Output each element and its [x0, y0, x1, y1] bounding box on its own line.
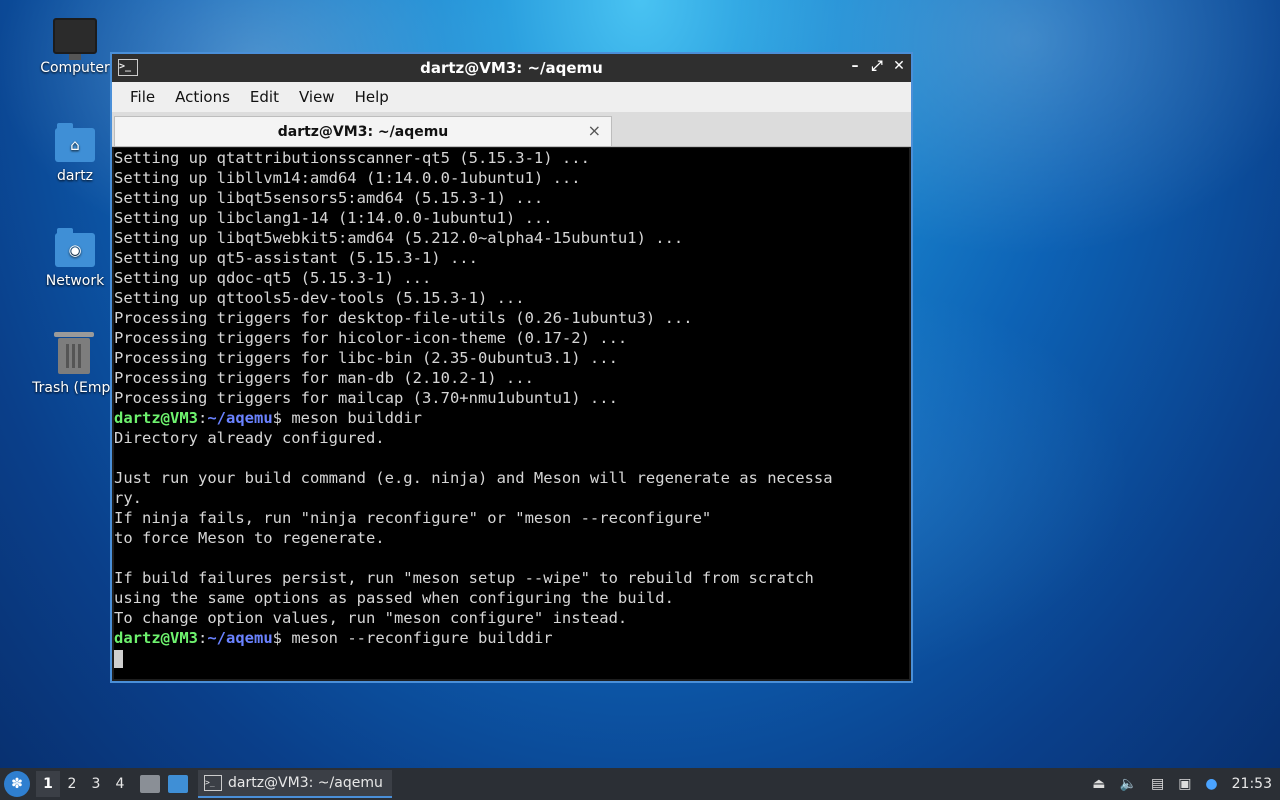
terminal-line: Just run your build command (e.g. ninja)…	[114, 469, 833, 487]
terminal-line: ry.	[114, 489, 142, 507]
terminal-line: To change option values, run "meson conf…	[114, 609, 628, 627]
window-titlebar[interactable]: >_ dartz@VM3: ~/aqemu – ⤢ ✕	[112, 54, 911, 82]
minimize-button[interactable]: –	[849, 58, 861, 74]
terminal-app-icon[interactable]: >_	[118, 59, 138, 76]
menu-help[interactable]: Help	[345, 88, 399, 106]
taskbar-task-terminal[interactable]: >_ dartz@VM3: ~/aqemu	[198, 770, 392, 798]
tab-bar: dartz@VM3: ~/aqemu ×	[112, 112, 911, 147]
prompt-path: ~/aqemu	[207, 409, 273, 427]
close-button[interactable]: ✕	[893, 58, 905, 74]
terminal-line: Setting up libclang1-14 (1:14.0.0-1ubunt…	[114, 209, 553, 227]
terminal-line: using the same options as passed when co…	[114, 589, 674, 607]
terminal-line: Processing triggers for desktop-file-uti…	[114, 309, 693, 327]
prompt-line: dartz@VM3:~/aqemu$ meson builddir	[114, 408, 909, 428]
home-folder-icon: ⌂	[55, 123, 95, 162]
terminal-line: Setting up libqt5sensors5:amd64 (5.15.3-…	[114, 189, 544, 207]
taskbar: ✽ 1 2 3 4 >_ dartz@VM3: ~/aqemu ⏏ 🔈 ▤ ▣ …	[0, 768, 1280, 800]
terminal-line: Setting up libllvm14:amd64 (1:14.0.0-1ub…	[114, 169, 581, 187]
terminal-line: to force Meson to regenerate.	[114, 529, 385, 547]
desktop-icon-label: Trash (Empt	[32, 380, 116, 396]
prompt-user: dartz@VM3	[114, 409, 198, 427]
tab-label: dartz@VM3: ~/aqemu	[277, 123, 449, 140]
menu-edit[interactable]: Edit	[240, 88, 289, 106]
desktop-icon-trash[interactable]: Trash (Empt	[26, 332, 122, 396]
desktop-icon-network[interactable]: ◉ Network	[30, 228, 120, 289]
terminal-line: Processing triggers for libc-bin (2.35-0…	[114, 349, 618, 367]
desktop-icon-label: dartz	[56, 168, 94, 184]
terminal-line: Processing triggers for mailcap (3.70+nm…	[114, 389, 618, 407]
terminal-line: Setting up qttools5-dev-tools (5.15.3-1)…	[114, 289, 525, 307]
window-title: dartz@VM3: ~/aqemu	[420, 59, 603, 77]
workspace-1[interactable]: 1	[36, 771, 60, 797]
network-folder-icon: ◉	[55, 228, 95, 267]
menu-file[interactable]: File	[120, 88, 165, 106]
tab-close-icon[interactable]: ×	[588, 121, 601, 140]
desktop-icon-computer[interactable]: Computer	[30, 18, 120, 76]
workspace-3[interactable]: 3	[84, 771, 108, 797]
file-manager-icon[interactable]	[140, 775, 160, 793]
prompt-separator: :	[198, 629, 208, 647]
update-notifier-icon[interactable]: ●	[1205, 776, 1217, 792]
command-text: meson --reconfigure builddir	[291, 629, 553, 647]
workspace-2[interactable]: 2	[60, 771, 84, 797]
terminal-line: Setting up qtattributionsscanner-qt5 (5.…	[114, 149, 590, 167]
network-icon[interactable]: ▣	[1178, 776, 1191, 792]
menu-bar: File Actions Edit View Help	[112, 82, 911, 112]
volume-icon[interactable]: 🔈	[1120, 776, 1137, 792]
prompt-user: dartz@VM3	[114, 629, 198, 647]
start-menu-button[interactable]: ✽	[4, 771, 30, 797]
prompt-path: ~/aqemu	[207, 629, 273, 647]
prompt-separator: :	[198, 409, 208, 427]
terminal-line: Directory already configured.	[114, 429, 385, 447]
terminal-task-icon: >_	[204, 775, 222, 791]
menu-actions[interactable]: Actions	[165, 88, 240, 106]
desktop-icon-home[interactable]: ⌂ dartz	[30, 123, 120, 184]
text-cursor	[114, 649, 123, 668]
terminal-output[interactable]: Setting up qtattributionsscanner-qt5 (5.…	[114, 148, 909, 679]
task-label: dartz@VM3: ~/aqemu	[228, 775, 383, 791]
maximize-button[interactable]: ⤢	[871, 58, 883, 74]
desktop-icon-label: Network	[45, 273, 105, 289]
tab-terminal[interactable]: dartz@VM3: ~/aqemu ×	[114, 116, 612, 146]
prompt-end: $	[272, 409, 292, 427]
trash-icon	[54, 332, 94, 374]
show-desktop-icon[interactable]	[168, 775, 188, 793]
terminal-line: If build failures persist, run "meson se…	[114, 569, 814, 587]
terminal-line: Setting up libqt5webkit5:amd64 (5.212.0~…	[114, 229, 684, 247]
cursor-line	[114, 648, 909, 668]
terminal-window: >_ dartz@VM3: ~/aqemu – ⤢ ✕ File Actions…	[110, 52, 913, 683]
terminal-line: Setting up qdoc-qt5 (5.15.3-1) ...	[114, 269, 432, 287]
clock[interactable]: 21:53	[1232, 776, 1272, 792]
eject-icon[interactable]: ⏏	[1092, 776, 1105, 792]
menu-view[interactable]: View	[289, 88, 345, 106]
clipboard-icon[interactable]: ▤	[1151, 776, 1164, 792]
prompt-line: dartz@VM3:~/aqemu$ meson --reconfigure b…	[114, 628, 909, 648]
terminal-line: Setting up qt5-assistant (5.15.3-1) ...	[114, 249, 478, 267]
workspace-4[interactable]: 4	[108, 771, 132, 797]
terminal-line: Processing triggers for man-db (2.10.2-1…	[114, 369, 534, 387]
computer-icon	[53, 18, 97, 60]
terminal-line: If ninja fails, run "ninja reconfigure" …	[114, 509, 712, 527]
prompt-end: $	[272, 629, 292, 647]
terminal-line: Processing triggers for hicolor-icon-the…	[114, 329, 628, 347]
system-tray: ⏏ 🔈 ▤ ▣ ● 21:53	[1092, 776, 1280, 792]
desktop-icon-label: Computer	[40, 60, 110, 76]
command-text: meson builddir	[291, 409, 422, 427]
